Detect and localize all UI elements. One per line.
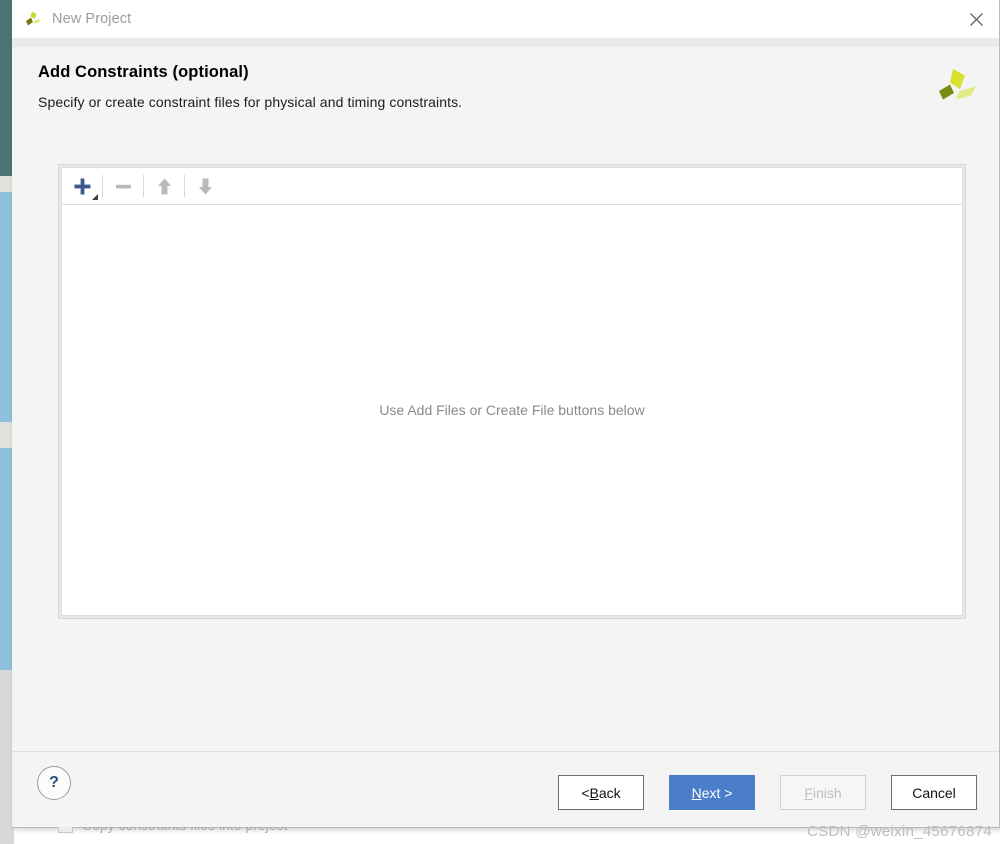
watermark: CSDN @weixin_45676874 [807, 823, 992, 840]
dialog-header: Add Constraints (optional) Specify or cr… [12, 47, 999, 120]
file-panel-toolbar [61, 167, 963, 205]
question-mark-icon: ? [49, 774, 59, 791]
page-title: Add Constraints (optional) [38, 63, 249, 81]
plus-icon [74, 178, 90, 194]
close-icon[interactable] [953, 0, 999, 38]
new-project-dialog: New Project Add Constraints (optional) S… [12, 0, 1000, 833]
back-suffix: ack [598, 784, 621, 801]
dialog-content: Use Add Files or Create File buttons bel… [12, 120, 999, 833]
minus-icon [115, 184, 131, 188]
next-accel: N [691, 784, 702, 801]
vivado-brand-logo-icon [933, 63, 979, 109]
chevron-down-icon [92, 194, 98, 200]
dialog-footer: ? < Back Next > Finish Cancel [12, 751, 999, 827]
move-down-button[interactable] [185, 168, 225, 204]
xilinx-logo-icon [22, 8, 44, 30]
next-suffix: ext > [701, 784, 733, 801]
titlebar-separator [12, 38, 999, 47]
next-button[interactable]: Next > [669, 775, 755, 810]
arrow-up-icon [157, 178, 171, 194]
back-prefix: < [581, 784, 590, 801]
finish-suffix: inish [812, 784, 842, 801]
cancel-label: Cancel [912, 784, 956, 801]
cancel-button[interactable]: Cancel [891, 775, 977, 810]
finish-button[interactable]: Finish [780, 775, 866, 810]
remove-button[interactable] [103, 168, 143, 204]
add-button[interactable] [62, 168, 102, 204]
page-subtitle: Specify or create constraint files for p… [38, 94, 463, 110]
dialog-titlebar: New Project [12, 0, 999, 38]
constraints-file-panel: Use Add Files or Create File buttons bel… [58, 164, 966, 619]
window-title: New Project [52, 10, 132, 27]
empty-list-message: Use Add Files or Create File buttons bel… [379, 402, 645, 418]
back-accel: B [589, 784, 599, 801]
arrow-down-icon [198, 178, 212, 194]
help-button[interactable]: ? [37, 766, 71, 800]
move-up-button[interactable] [144, 168, 184, 204]
finish-accel: F [804, 784, 813, 801]
back-button[interactable]: < Back [558, 775, 644, 810]
wizard-navigation: < Back Next > Finish Cancel [558, 775, 977, 810]
constraints-file-list[interactable]: Use Add Files or Create File buttons bel… [61, 205, 963, 616]
